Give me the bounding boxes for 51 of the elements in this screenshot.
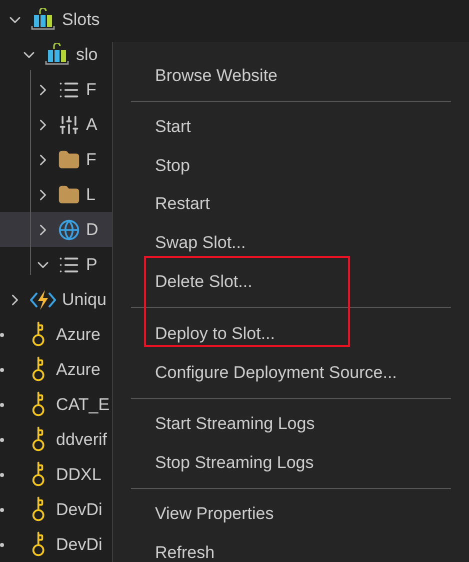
tree-label: DevDi (56, 498, 102, 521)
tree-label: slo (76, 44, 98, 66)
menu-item[interactable]: Swap Slot... (113, 223, 469, 262)
menu-item[interactable]: View Properties (113, 494, 469, 534)
menu-item[interactable]: Refresh (113, 533, 469, 562)
tree-label: L (86, 184, 96, 206)
tree-item[interactable]: P (0, 247, 112, 282)
menu-item[interactable]: Start Streaming Logs (113, 404, 469, 444)
menu-item[interactable]: Delete Slot... (113, 262, 469, 302)
tree-item[interactable]: F (0, 142, 112, 177)
menu-item[interactable]: Configure Deployment Source... (113, 353, 469, 392)
tree-item[interactable]: Uniqu (0, 282, 112, 317)
tree-item[interactable]: Azure (0, 317, 112, 352)
tree-label: F (86, 148, 96, 171)
tree-item[interactable]: Azure (0, 352, 112, 387)
menu-item[interactable]: Browse Website (113, 56, 469, 95)
tree-item[interactable]: slo (0, 37, 112, 72)
tree-item[interactable]: ddverif (0, 422, 112, 457)
menu-item[interactable]: Start (113, 108, 469, 146)
tree-label: Uniqu (62, 288, 106, 311)
tree-item[interactable]: A (0, 107, 112, 142)
tree-label: P (86, 254, 98, 276)
tree-label: CAT_E (56, 394, 110, 416)
tree-item[interactable]: DevDi (0, 492, 112, 527)
sliders-icon (58, 114, 80, 136)
tree-label: Slots (62, 8, 100, 31)
tree-label: Azure (56, 358, 100, 381)
folder-icon (58, 184, 80, 206)
tree-item[interactable]: CAT_E (0, 387, 112, 422)
folder-icon (58, 148, 80, 170)
menu-item[interactable]: Deploy to Slot... (113, 314, 469, 354)
tree-label: DDXL (56, 464, 102, 486)
tree-label: D (86, 218, 98, 241)
tree-label: ddverif (56, 428, 108, 451)
tree-item[interactable]: D (0, 212, 112, 247)
slots-icon (30, 8, 56, 32)
tree-label: A (86, 114, 98, 136)
tree-item[interactable]: DDXL (0, 457, 112, 492)
tree-item[interactable]: Slots (0, 2, 112, 37)
tree-item[interactable]: L (0, 177, 112, 212)
app-icon (44, 42, 70, 66)
tree-label: DevDi (56, 534, 102, 556)
tree-label: F (86, 78, 96, 101)
menu-item[interactable]: Stop (113, 146, 469, 185)
menu-item[interactable]: Stop Streaming Logs (113, 443, 469, 482)
globe-icon (58, 218, 80, 240)
menu-item[interactable]: Restart (113, 184, 469, 224)
tree-item[interactable]: F (0, 72, 112, 107)
function-app-icon (30, 288, 56, 310)
tree-item[interactable]: DevDi (0, 527, 112, 562)
tree-label: Azure (56, 324, 100, 346)
